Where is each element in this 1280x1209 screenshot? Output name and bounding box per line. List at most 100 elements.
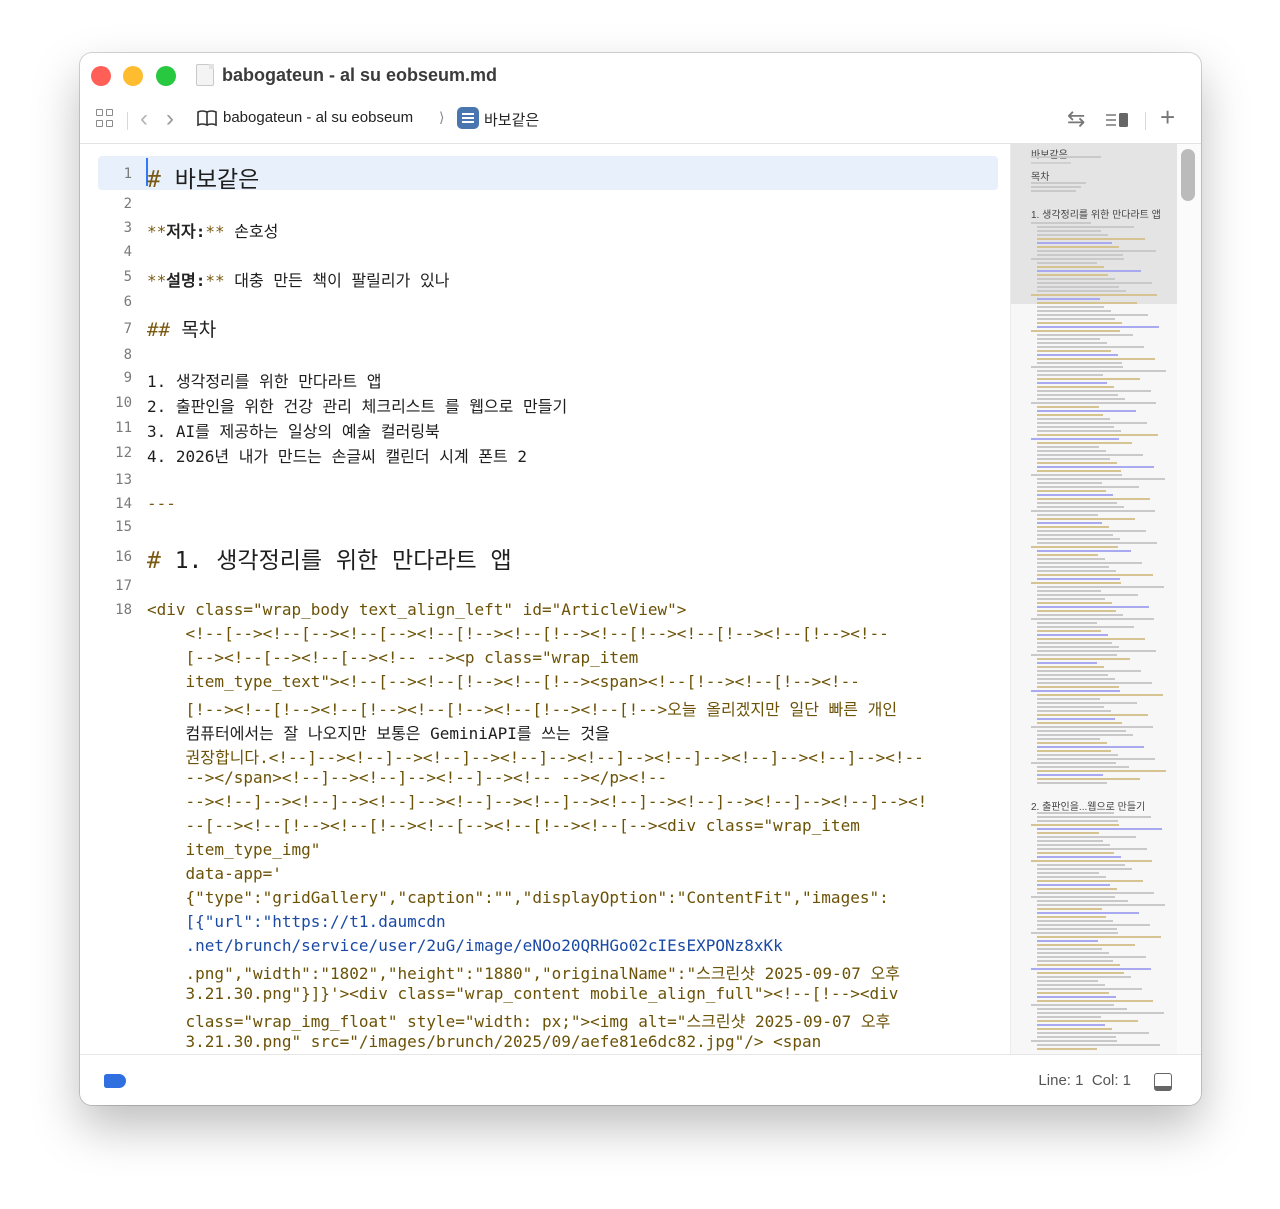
minimap-line	[1037, 342, 1107, 344]
minimap-line	[1037, 944, 1135, 946]
minimap-line	[1037, 458, 1110, 460]
heading-list-icon	[457, 107, 479, 129]
line-number: 12	[115, 445, 132, 461]
outline-toggle-icon[interactable]	[1105, 111, 1129, 133]
minimap-line	[1037, 462, 1117, 464]
editor-line[interactable]: 18 <div class="wrap_body text_align_left…	[80, 600, 1000, 1054]
minimap-line	[1037, 988, 1142, 990]
close-window-button[interactable]	[91, 66, 111, 86]
minimap-toc-heading: 목차	[1031, 172, 1050, 183]
wrapped-line-link[interactable]: .net/brunch/service/user/2uG/image/eNOo2…	[147, 936, 783, 955]
minimap-line	[1037, 992, 1109, 994]
scrollbar-thumb[interactable]	[1181, 149, 1195, 201]
editor-line[interactable]: 9 1. 생각정리를 위한 만다라트 앱	[80, 368, 1000, 393]
editor-area[interactable]: 1 # 바보같은 2 3 **저자:** 손호성 4 5 **설명:** 대충 …	[80, 144, 1010, 1054]
line-number: 17	[115, 578, 132, 594]
minimap-line	[1037, 378, 1140, 380]
minimap-line	[1037, 876, 1106, 878]
minimap-line	[1037, 482, 1102, 484]
wrapped-line: <div class="wrap_body text_align_left" i…	[147, 600, 687, 619]
minimap-line	[1037, 234, 1108, 236]
wrapped-line: --></span><!--]--><!--]--><!--]--><!-- -…	[147, 768, 668, 787]
add-icon[interactable]: +	[1160, 104, 1175, 130]
editor-line[interactable]: 10 2. 출판인을 위한 건강 관리 체크리스트 를 웹으로 만들기	[80, 393, 1000, 418]
heading-text: 목차	[169, 319, 217, 341]
forward-icon[interactable]: ›	[166, 107, 174, 131]
wrapped-line-link[interactable]: [{"url":"https://t1.daumcdn	[147, 912, 446, 931]
vertical-scrollbar[interactable]	[1177, 144, 1201, 1054]
editor-line[interactable]: 16 # 1. 생각정리를 위한 만다라트 앱	[80, 541, 1000, 574]
breadcrumb-book[interactable]: babogateun - al su eobseum	[223, 109, 413, 126]
minimap-line	[1037, 502, 1117, 504]
heading-2: ## 목차	[147, 315, 216, 342]
minimap-line	[1037, 984, 1105, 986]
minimap-line	[1037, 322, 1122, 324]
minimap-line	[1037, 872, 1099, 874]
minimap-line	[1031, 474, 1122, 476]
editor-line[interactable]: 1 # 바보같은	[80, 160, 1000, 193]
minimap-line	[1037, 1016, 1101, 1018]
minimap-line	[1037, 538, 1120, 540]
minimap-line	[1037, 302, 1137, 304]
minimap-line	[1037, 602, 1112, 604]
editor-line[interactable]: 3 **저자:** 손호성	[80, 218, 1000, 243]
minimap-line	[1037, 928, 1117, 930]
minimap-line	[1037, 626, 1134, 628]
minimize-window-button[interactable]	[123, 66, 143, 86]
swap-icon[interactable]: ⇆	[1067, 108, 1085, 130]
minimap-line	[1037, 920, 1113, 922]
title-bar: babogateun - al su eobseum.md	[80, 53, 1201, 99]
minimap-line	[1037, 686, 1119, 688]
minimap-line	[1037, 940, 1098, 942]
minimap-line	[1037, 246, 1119, 248]
editor-line[interactable]: 5 **설명:** 대충 만든 책이 팔릴리가 있나	[80, 267, 1000, 292]
wrapped-line: --[--><!--[!--><!--[!--><!--[--><!--[!--…	[147, 816, 860, 835]
minimap-line	[1037, 426, 1114, 428]
minimap-line	[1031, 162, 1071, 164]
minimap-line	[1037, 382, 1107, 384]
line-number: 15	[115, 519, 132, 535]
wrapped-line: 권장합니다.<!--]--><!--]--><!--]--><!--]--><!…	[147, 748, 924, 767]
minimap-line	[1037, 422, 1147, 424]
minimap-line	[1031, 258, 1124, 260]
minimap-line	[1037, 634, 1108, 636]
minimap-line	[1037, 952, 1109, 954]
tag-icon[interactable]	[104, 1074, 126, 1088]
minimap-line	[1037, 1024, 1105, 1026]
minimap-line	[1037, 430, 1121, 432]
toc-item: 4. 2026년 내가 만드는 손글씨 캘린더 시계 폰트 2	[147, 447, 528, 466]
minimap-line	[1037, 522, 1102, 524]
back-icon[interactable]: ‹	[140, 107, 148, 131]
editor-line[interactable]: 4	[80, 244, 1000, 269]
minimap-line	[1037, 338, 1100, 340]
markdown-mark: #	[147, 167, 161, 193]
minimap-line	[1037, 1000, 1153, 1002]
minimap-line	[1037, 466, 1154, 468]
minimap-line	[1037, 750, 1111, 752]
editor-line[interactable]: 11 3. AI를 제공하는 일상의 예술 컬러링북	[80, 418, 1000, 443]
minimap-line	[1037, 924, 1150, 926]
minimap-line	[1037, 614, 1123, 616]
line-number: 10	[115, 395, 132, 411]
grid-icon[interactable]	[96, 109, 114, 127]
editor-line[interactable]: 7 ## 목차	[80, 315, 1000, 342]
minimap[interactable]: 바보같은 목차 1. 생각정리를 위한 만다라트 앱 2. 출판인을...웹으로…	[1010, 144, 1178, 1054]
minimap-line	[1037, 836, 1136, 838]
minimap-line	[1037, 782, 1107, 784]
status-bar: Line: 1 Col: 1	[80, 1054, 1201, 1105]
editor-line[interactable]: 14 ---	[80, 494, 1000, 519]
zoom-window-button[interactable]	[156, 66, 176, 86]
minimap-line	[1037, 956, 1146, 958]
breadcrumb-heading[interactable]: 바보같은	[484, 109, 539, 130]
wrapped-line: 3.21.30.png"}]}'><div class="wrap_conten…	[147, 984, 899, 1003]
line-number: 9	[123, 370, 132, 386]
minimap-line	[1037, 410, 1136, 412]
wrapped-line: [!--><!--[!--><!--[!--><!--[!--><!--[!--…	[147, 700, 898, 719]
minimap-line	[1037, 852, 1114, 854]
editor-line[interactable]: 12 4. 2026년 내가 만드는 손글씨 캘린더 시계 폰트 2	[80, 443, 1000, 468]
line-number: 7	[123, 321, 132, 337]
minimap-line	[1037, 418, 1110, 420]
minimap-line	[1031, 402, 1156, 404]
panel-toggle-icon[interactable]	[1154, 1073, 1172, 1091]
minimap-line	[1031, 824, 1119, 826]
